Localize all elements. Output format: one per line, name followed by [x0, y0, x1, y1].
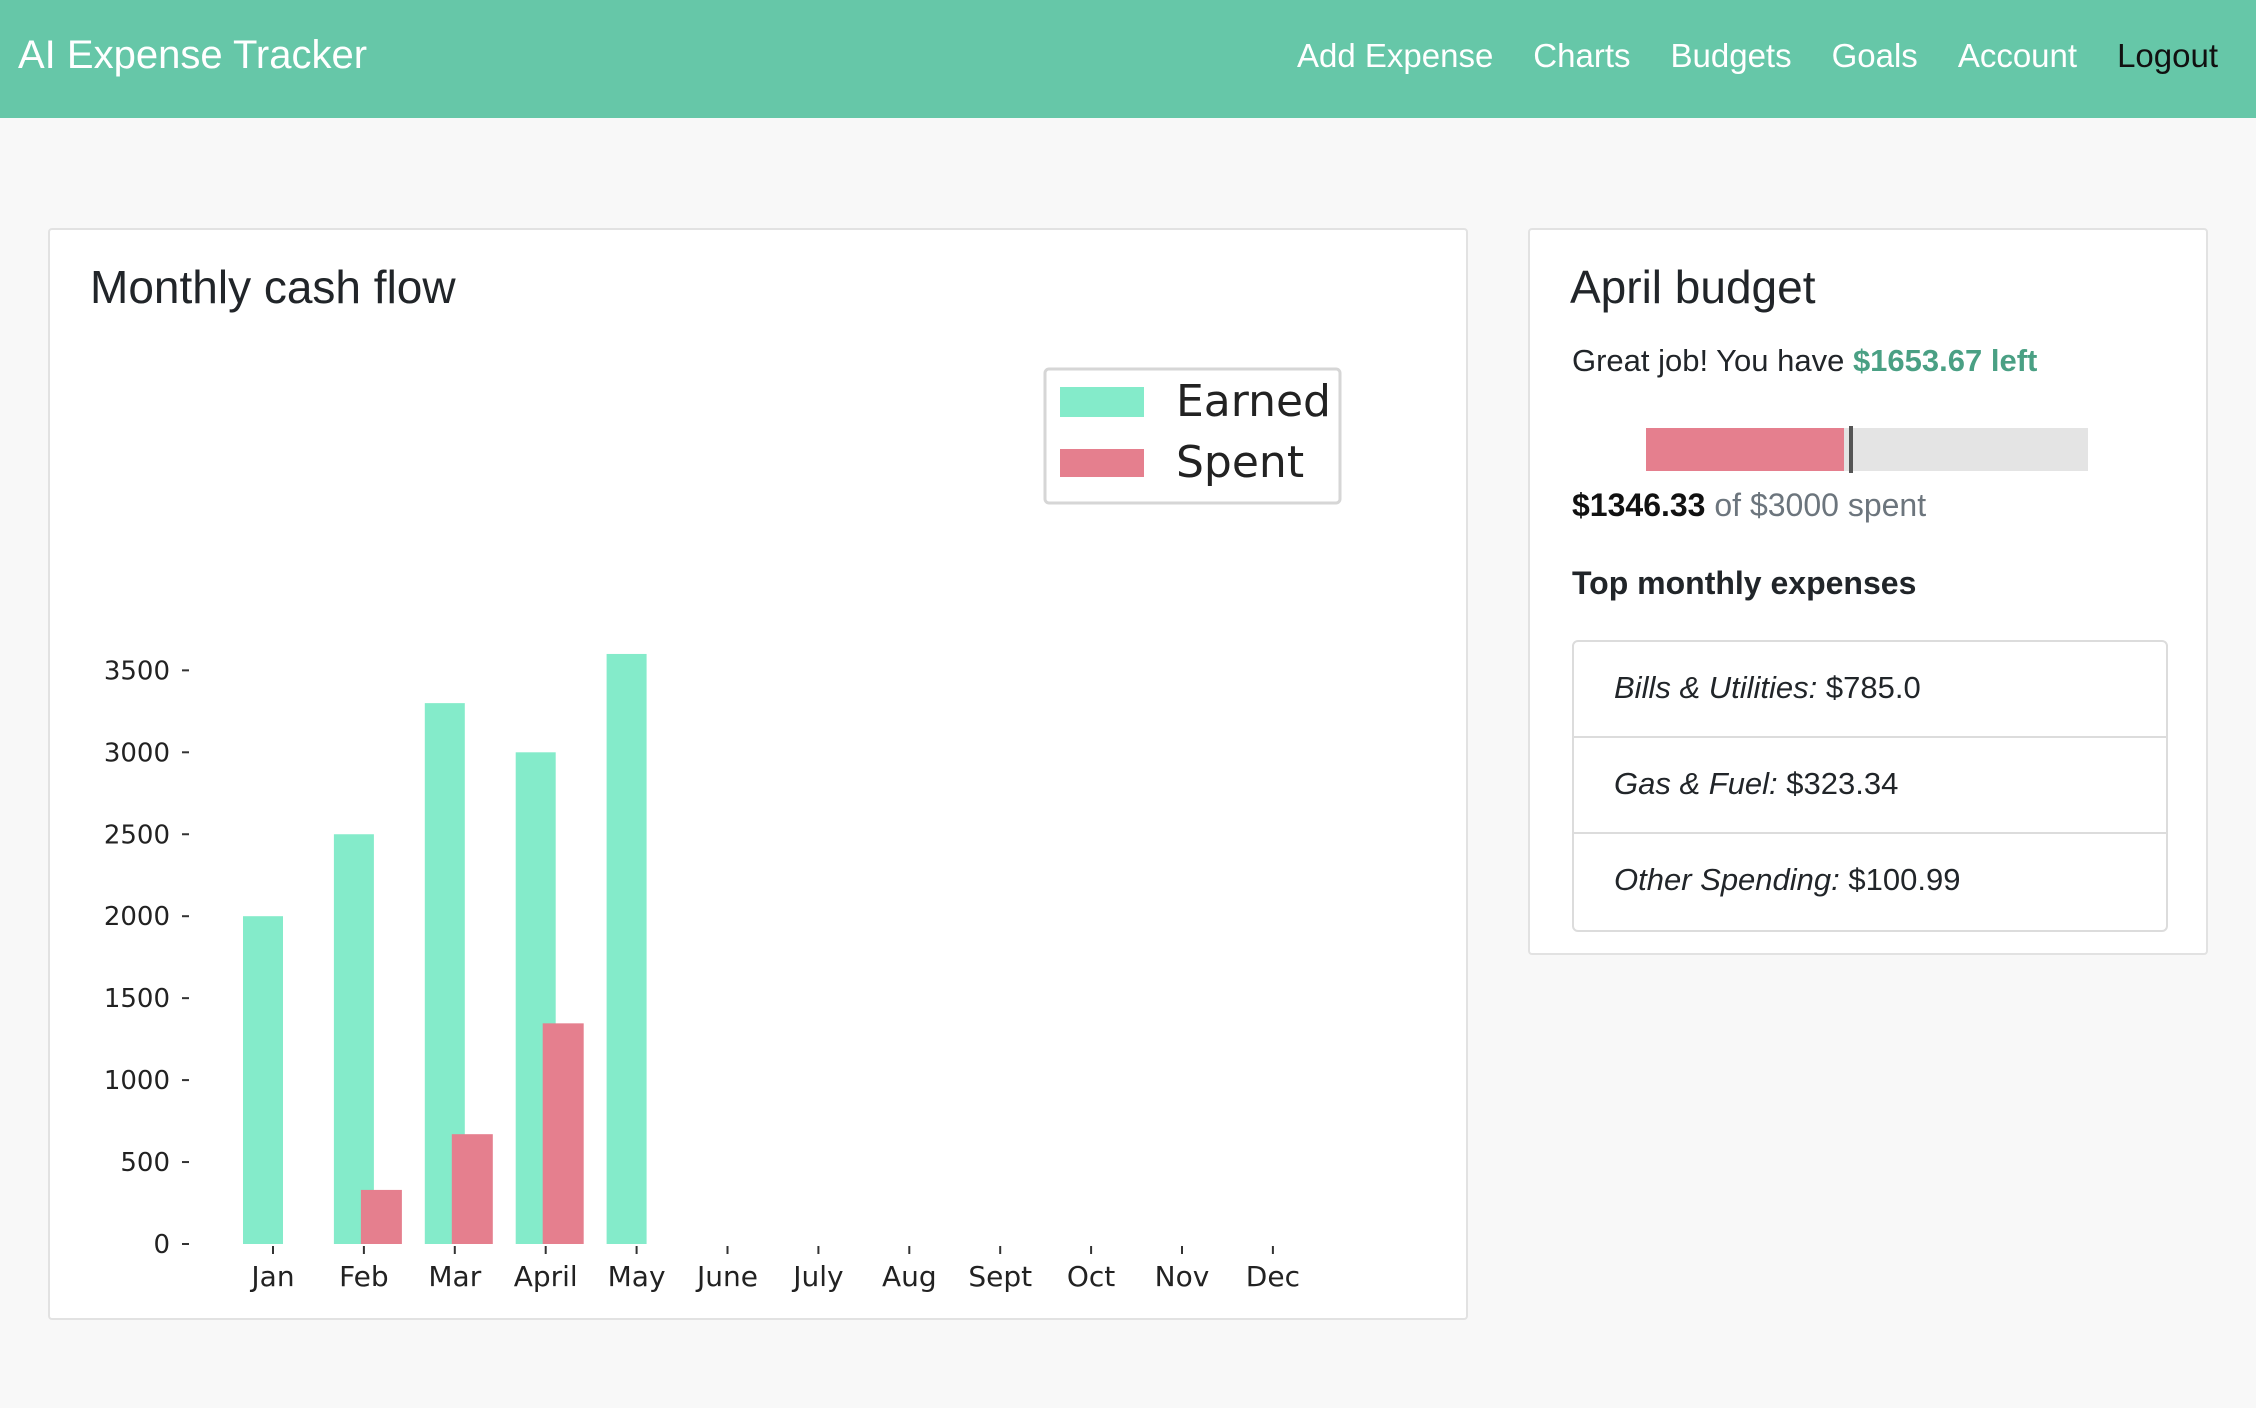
list-item: Gas & Fuel: $323.34	[1574, 738, 2166, 834]
cash-flow-chart: 0 500 1000 1500 2000 2500 3000 3500 Jan Feb Mar Apr…	[104, 367, 1342, 1293]
brand-link[interactable]: AI Expense Tracker	[18, 33, 367, 78]
legend-label-earned: Earned	[1176, 376, 1331, 427]
x-tick-label: April	[514, 1260, 578, 1293]
cash-flow-card: 0 500 1000 1500 2000 2500 3000 3500 Jan Feb Mar Apr…	[48, 228, 1468, 1320]
expense-category: Gas & Fuel:	[1614, 766, 1778, 801]
expense-category: Bills & Utilities:	[1614, 670, 1818, 705]
expense-category: Other Spending:	[1614, 862, 1840, 897]
bar-spent	[360, 1189, 402, 1244]
nav-account[interactable]: Account	[1958, 37, 2077, 75]
top-expenses-list: Bills & Utilities: $785.0 Gas & Fuel: $3…	[1572, 640, 2168, 932]
x-tick-label: Oct	[1067, 1260, 1115, 1293]
y-tick-label: 3500	[104, 656, 170, 686]
y-tick-label: 0	[153, 1230, 170, 1260]
nav-budgets[interactable]: Budgets	[1671, 37, 1792, 75]
budget-message-prefix: Great job! You have	[1572, 343, 1853, 378]
expense-amount: $785.0	[1817, 670, 1921, 705]
budget-message: Great job! You have $1653.67 left	[1572, 343, 2037, 379]
nav-charts[interactable]: Charts	[1533, 37, 1630, 75]
x-tick-label: Aug	[882, 1260, 937, 1293]
bar-earned	[606, 653, 647, 1244]
x-tick-label: July	[791, 1260, 843, 1293]
x-tick-label: May	[608, 1260, 666, 1293]
x-tick-label: Mar	[428, 1260, 481, 1293]
list-item: Bills & Utilities: $785.0	[1574, 642, 2166, 738]
x-tick-label: Dec	[1246, 1260, 1300, 1293]
legend-swatch-earned	[1060, 387, 1144, 417]
budget-card: April budget Great job! You have $1653.6…	[1528, 228, 2208, 955]
legend-label-spent: Spent	[1176, 437, 1304, 488]
nav-links: Add Expense Charts Budgets Goals Account…	[1297, 37, 2218, 75]
list-item: Other Spending: $100.99	[1574, 834, 2166, 930]
y-tick-label: 1000	[104, 1066, 170, 1096]
bar-earned	[243, 916, 283, 1244]
nav-add-expense[interactable]: Add Expense	[1297, 37, 1493, 75]
x-tick-label: Nov	[1155, 1260, 1210, 1293]
top-expenses-heading: Top monthly expenses	[1572, 565, 1917, 601]
x-tick-label: June	[695, 1260, 758, 1293]
bar-earned	[333, 834, 374, 1244]
y-tick-label: 500	[120, 1148, 170, 1178]
budget-progress-fill	[1646, 428, 1845, 471]
nav-logout[interactable]: Logout	[2117, 37, 2218, 75]
y-tick-label: 1500	[104, 984, 170, 1014]
legend-swatch-spent	[1060, 449, 1144, 477]
spent-summary: $1346.33 of $3000 spent	[1572, 487, 1926, 524]
y-tick-label: 2500	[104, 820, 170, 850]
budget-progress-bar	[1646, 426, 2088, 473]
x-tick-label: Feb	[339, 1260, 389, 1293]
budget-left-amount: $1653.67 left	[1852, 343, 2038, 378]
x-tick-label: Sept	[968, 1260, 1032, 1293]
spent-amount: $1346.33	[1572, 487, 1706, 523]
expense-amount: $100.99	[1839, 862, 1961, 897]
chart-card-title: Monthly cash flow	[90, 261, 456, 313]
expense-amount: $323.34	[1777, 766, 1899, 801]
y-tick-label: 3000	[104, 738, 170, 768]
y-tick-label: 2000	[104, 902, 170, 932]
spent-of-total: of $3000 spent	[1705, 487, 1927, 523]
top-navbar: AI Expense Tracker Add Expense Charts Bu…	[0, 0, 2256, 118]
bar-spent	[542, 1023, 584, 1244]
nav-goals[interactable]: Goals	[1832, 37, 1918, 75]
x-tick-label: Jan	[249, 1260, 294, 1293]
budget-progress-marker	[1849, 426, 1854, 473]
budget-card-title: April budget	[1570, 261, 1816, 313]
bar-spent	[451, 1134, 493, 1244]
